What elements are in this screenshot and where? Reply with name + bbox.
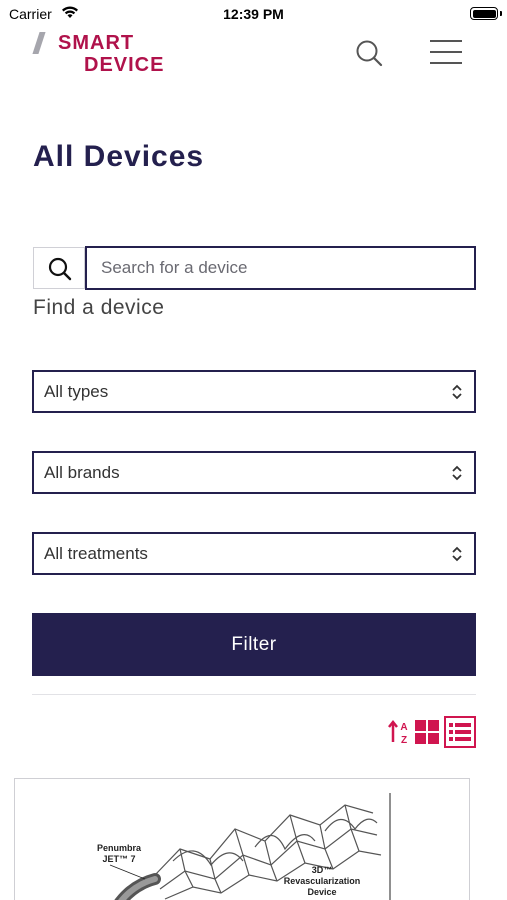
search-submit-button[interactable] xyxy=(33,247,85,289)
type-select-value: All types xyxy=(44,382,109,401)
svg-text:Z: Z xyxy=(401,735,407,745)
sort-alpha-icon[interactable]: A Z xyxy=(388,719,412,745)
search-icon[interactable] xyxy=(354,38,384,68)
device-image xyxy=(109,793,391,900)
filter-button[interactable]: Filter xyxy=(32,613,476,676)
smart-device-logo[interactable]: SMART DEVICE xyxy=(32,32,186,78)
clock: 12:39 PM xyxy=(223,6,284,22)
logo-text-smart: SMART xyxy=(58,32,135,54)
list-view-icon[interactable] xyxy=(444,716,476,748)
device-label-left: Penumbra JET™ 7 xyxy=(96,843,141,864)
battery-icon xyxy=(470,7,498,20)
battery-tip xyxy=(500,11,502,16)
device-card[interactable]: Penumbra JET™ 7 3D™ Revascularization De… xyxy=(14,778,470,900)
treatment-select-value: All treatments xyxy=(44,544,148,563)
search-icon xyxy=(48,257,72,281)
brand-select-value: All brands xyxy=(44,463,120,482)
status-bar: Carrier 12:39 PM xyxy=(0,0,507,28)
chevron-up-down-icon xyxy=(452,465,462,481)
type-select[interactable]: All types xyxy=(32,370,476,413)
page-title: All Devices xyxy=(33,140,205,173)
find-device-label: Find a device xyxy=(33,296,165,319)
device-label-right: 3D™ Revascularization Device xyxy=(283,865,361,897)
chevron-up-down-icon xyxy=(452,384,462,400)
logo-text-device: DEVICE xyxy=(84,54,165,76)
svg-text:A: A xyxy=(400,722,407,733)
chevron-up-down-icon xyxy=(452,546,462,562)
grid-view-icon[interactable] xyxy=(415,720,439,744)
divider xyxy=(32,694,476,695)
hamburger-menu-icon[interactable] xyxy=(430,38,464,66)
treatment-select[interactable]: All treatments xyxy=(32,532,476,575)
logo-slash-mark xyxy=(32,32,46,54)
brand-select[interactable]: All brands xyxy=(32,451,476,494)
search-input[interactable] xyxy=(85,246,476,290)
